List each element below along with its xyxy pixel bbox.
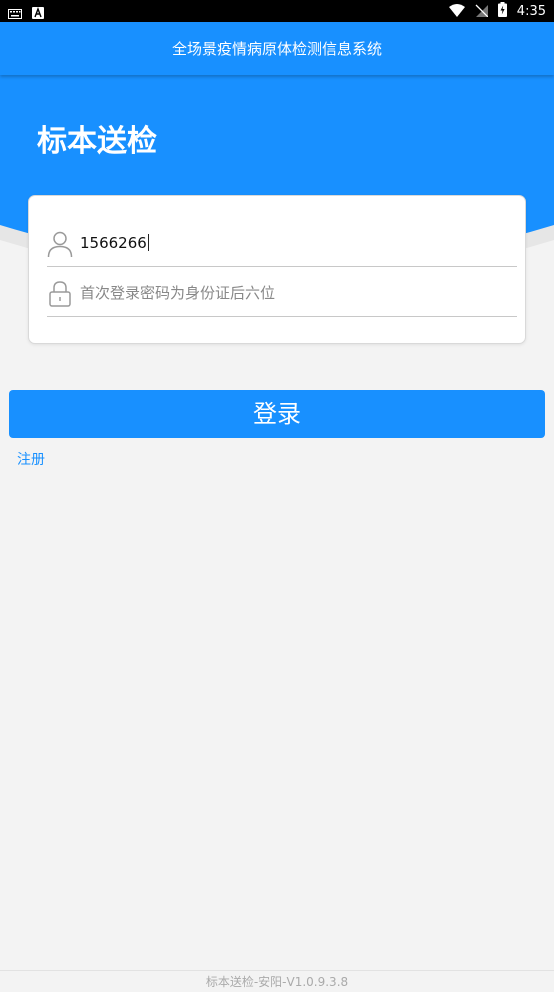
login-button[interactable]: 登录 <box>9 390 545 438</box>
password-field[interactable]: 首次登录密码为身份证后六位 <box>47 266 517 317</box>
username-value: 1566266 <box>80 234 147 252</box>
lock-icon <box>47 280 73 308</box>
footer: 标本送检-安阳-V1.0.9.3.8 <box>0 970 554 992</box>
page-title: 标本送检 <box>37 124 157 159</box>
login-card: 1566266 首次登录密码为身份证后六位 <box>28 195 526 344</box>
username-field[interactable]: 1566266 <box>47 216 517 267</box>
app-title: 全场景疫情病原体检测信息系统 <box>171 40 382 58</box>
a-notification-icon <box>32 4 44 23</box>
version-text: 标本送检-安阳-V1.0.9.3.8 <box>205 975 349 989</box>
battery-charging-icon <box>497 2 507 21</box>
keyboard-icon <box>8 4 22 23</box>
app-bar: 全场景疫情病原体检测信息系统 <box>0 22 554 75</box>
status-time: 4:35 <box>516 3 546 19</box>
user-icon <box>47 230 73 258</box>
wifi-icon <box>448 2 465 21</box>
username-input[interactable]: 1566266 <box>80 233 149 253</box>
text-caret <box>147 234 149 251</box>
register-link[interactable]: 注册 <box>17 450 45 470</box>
no-sim-icon <box>475 2 489 21</box>
password-input[interactable]: 首次登录密码为身份证后六位 <box>80 283 275 303</box>
status-bar: 4:35 <box>0 0 554 22</box>
